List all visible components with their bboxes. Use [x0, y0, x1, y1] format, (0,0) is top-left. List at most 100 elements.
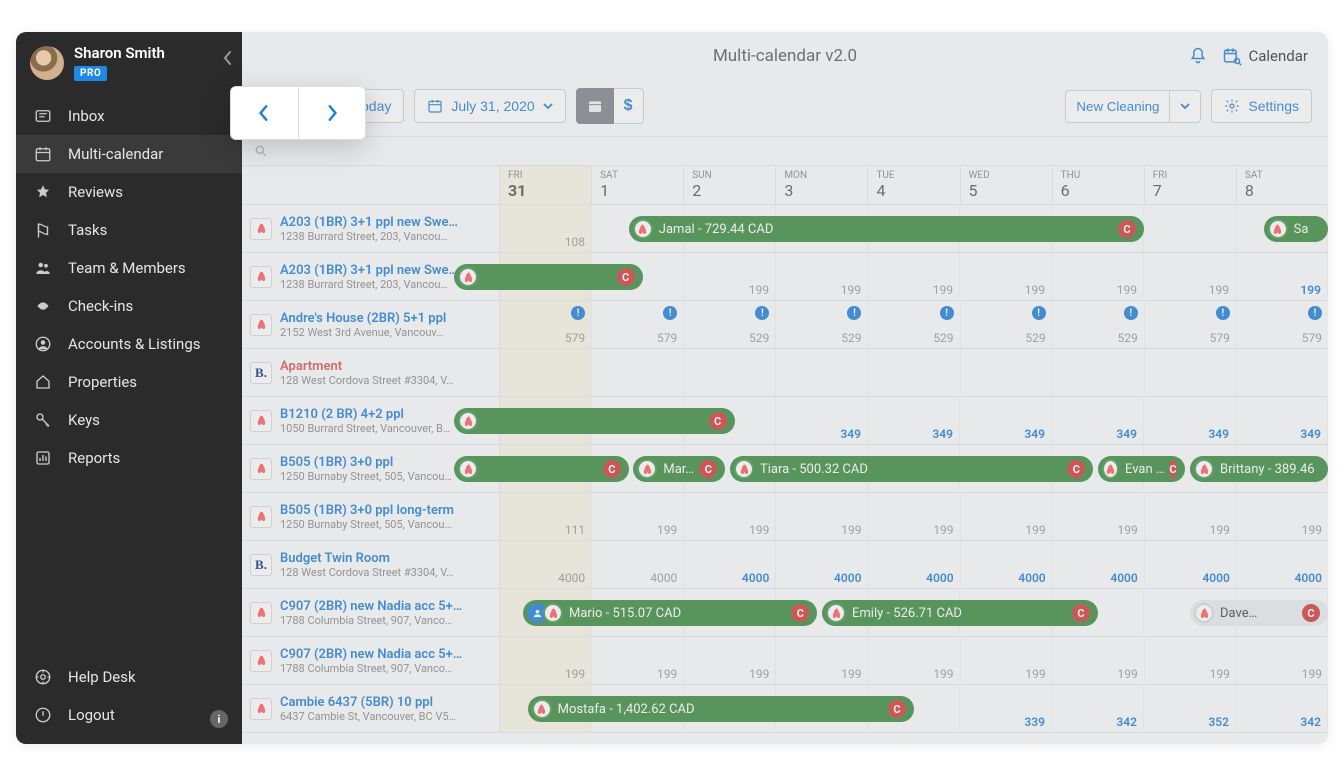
calendar-cell[interactable]: 199 [1145, 493, 1237, 540]
calendar-cell[interactable]: 199 [868, 637, 960, 684]
cleaning-badge[interactable]: C [1072, 604, 1090, 622]
sidebar-item-keys[interactable]: Keys [16, 401, 242, 439]
calendar-cell[interactable]: 529! [684, 301, 776, 348]
calendar-cell[interactable]: 199 [592, 637, 684, 684]
calendar-cell[interactable]: 199 [1237, 637, 1328, 684]
property-cell[interactable]: Cambie 6437 (5BR) 10 ppl6437 Cambie St, … [242, 685, 500, 732]
calendar-cell[interactable]: 349 [1236, 397, 1328, 444]
cleaning-badge[interactable]: C [709, 412, 727, 430]
calendar-cell[interactable]: 199 [1144, 253, 1236, 300]
calendar-cell[interactable]: 199 [868, 253, 960, 300]
booking-bar[interactable]: Mario - 515.07 CADC [523, 600, 817, 626]
calendar-cell[interactable] [1237, 349, 1328, 396]
user-profile[interactable]: Sharon Smith PRO [16, 32, 242, 85]
calendar-cell[interactable]: 199 [684, 493, 776, 540]
cleaning-badge[interactable]: C [603, 460, 621, 478]
property-cell[interactable]: B.Apartment128 West Cordova Street #3304… [242, 349, 500, 396]
alert-icon[interactable]: ! [755, 306, 769, 320]
calendar-cell[interactable]: 199 [1237, 493, 1328, 540]
cleaning-badge[interactable]: C [888, 700, 906, 718]
calendar-cell[interactable]: 199 [776, 637, 868, 684]
new-cleaning-dropdown[interactable] [1170, 90, 1201, 123]
settings-button[interactable]: Settings [1211, 89, 1312, 123]
calendar-cell[interactable]: 349 [868, 397, 960, 444]
calendar-cell[interactable]: 4000 [1053, 541, 1145, 588]
property-cell[interactable]: Andre's House (2BR) 5+1 ppl2152 West 3rd… [242, 301, 500, 348]
alert-icon[interactable]: ! [1216, 306, 1230, 320]
cleaning-badge[interactable]: C [1067, 460, 1085, 478]
calendar-cell[interactable]: 349 [1052, 397, 1144, 444]
calendar-cell[interactable]: 199 [960, 253, 1052, 300]
calendar-cell[interactable] [1145, 349, 1237, 396]
notifications-icon[interactable] [1188, 46, 1208, 66]
calendar-cell[interactable]: 579! [592, 301, 684, 348]
cleaning-badge[interactable]: C [791, 604, 809, 622]
calendar-cell[interactable]: 4000 [592, 541, 684, 588]
calendar-cell[interactable]: 349 [776, 397, 868, 444]
alert-icon[interactable]: ! [940, 306, 954, 320]
calendar-cell[interactable]: 4000 [868, 541, 960, 588]
booking-bar[interactable]: Mar…C [633, 456, 725, 482]
calendar-cell[interactable]: 579! [1145, 301, 1237, 348]
date-picker-button[interactable]: July 31, 2020 [414, 89, 565, 123]
calendar-cell[interactable]: 199 [776, 493, 868, 540]
calendar-cell[interactable] [776, 349, 868, 396]
calendar-cell[interactable]: 529! [1053, 301, 1145, 348]
calendar-cell[interactable]: 339 [960, 685, 1052, 732]
calendar-cell[interactable]: 4000 [961, 541, 1053, 588]
sidebar-item-accounts[interactable]: Accounts & Listings [16, 325, 242, 363]
calendar-cell[interactable] [500, 349, 592, 396]
booking-bar[interactable]: Sa [1264, 216, 1328, 242]
calendar-cell[interactable] [868, 349, 960, 396]
prev-button[interactable] [230, 86, 298, 140]
property-cell[interactable]: B505 (1BR) 3+0 ppl long-term1250 Burnaby… [242, 493, 500, 540]
cleaning-badge[interactable]: C [699, 460, 717, 478]
sidebar-collapse-icon[interactable] [222, 50, 232, 66]
calendar-cell[interactable]: 199 [1053, 637, 1145, 684]
calendar-cell[interactable]: 199 [868, 493, 960, 540]
alert-icon[interactable]: ! [847, 306, 861, 320]
cleaning-badge[interactable]: C [1118, 220, 1136, 238]
next-button[interactable] [298, 86, 367, 140]
calendar-cell[interactable]: 4000 [500, 541, 592, 588]
calendar-cell[interactable]: 199 [1052, 253, 1144, 300]
calendar-cell[interactable]: 199 [592, 493, 684, 540]
booking-bar[interactable]: C [454, 408, 735, 434]
sidebar-item-reviews[interactable]: Reviews [16, 173, 242, 211]
sidebar-item-properties[interactable]: Properties [16, 363, 242, 401]
booking-bar[interactable]: C [454, 456, 629, 482]
calendar-cell[interactable] [1144, 205, 1236, 252]
calendar-cell[interactable]: 349 [960, 397, 1052, 444]
property-cell[interactable]: B.Budget Twin Room128 West Cordova Stree… [242, 541, 500, 588]
calendar-cell[interactable]: 4000 [776, 541, 868, 588]
calendar-cell[interactable]: 199 [684, 637, 776, 684]
booking-bar[interactable]: C [454, 264, 643, 290]
calendar-cell[interactable]: 4000 [1145, 541, 1237, 588]
calendar-cell[interactable] [592, 349, 684, 396]
sidebar-item-reports[interactable]: Reports [16, 439, 242, 477]
calendar-cell[interactable]: 199 [1236, 253, 1328, 300]
search-cell[interactable] [242, 144, 500, 158]
calendar-search-icon[interactable]: Calendar [1222, 46, 1308, 66]
property-cell[interactable]: A203 (1BR) 3+1 ppl new Swe…1238 Burrard … [242, 205, 500, 252]
calendar-cell[interactable]: 579! [500, 301, 592, 348]
calendar-cell[interactable]: 342 [1052, 685, 1144, 732]
revenue-view-button[interactable]: $ [614, 88, 644, 124]
calendar-cell[interactable]: 199 [684, 253, 776, 300]
sidebar-item-team[interactable]: Team & Members [16, 249, 242, 287]
calendar-cell[interactable]: 199 [776, 253, 868, 300]
cleaning-badge[interactable]: C [1169, 460, 1178, 478]
sidebar-item-checkins[interactable]: Check-ins [16, 287, 242, 325]
calendar-cell[interactable]: 199 [961, 637, 1053, 684]
new-cleaning-button[interactable]: New Cleaning [1065, 90, 1170, 123]
calendar-cell[interactable] [1053, 349, 1145, 396]
calendar-cell[interactable]: 529! [868, 301, 960, 348]
calendar-cell[interactable]: 529! [776, 301, 868, 348]
sidebar-item-tasks[interactable]: Tasks [16, 211, 242, 249]
property-cell[interactable]: C907 (2BR) new Nadia acc 5+…1788 Columbi… [242, 637, 500, 684]
alert-icon[interactable]: ! [1308, 306, 1322, 320]
alert-icon[interactable]: ! [663, 306, 677, 320]
calendar-cell[interactable] [961, 349, 1053, 396]
info-icon[interactable]: i [210, 710, 228, 728]
sidebar-item-logout[interactable]: Logout [16, 696, 242, 734]
